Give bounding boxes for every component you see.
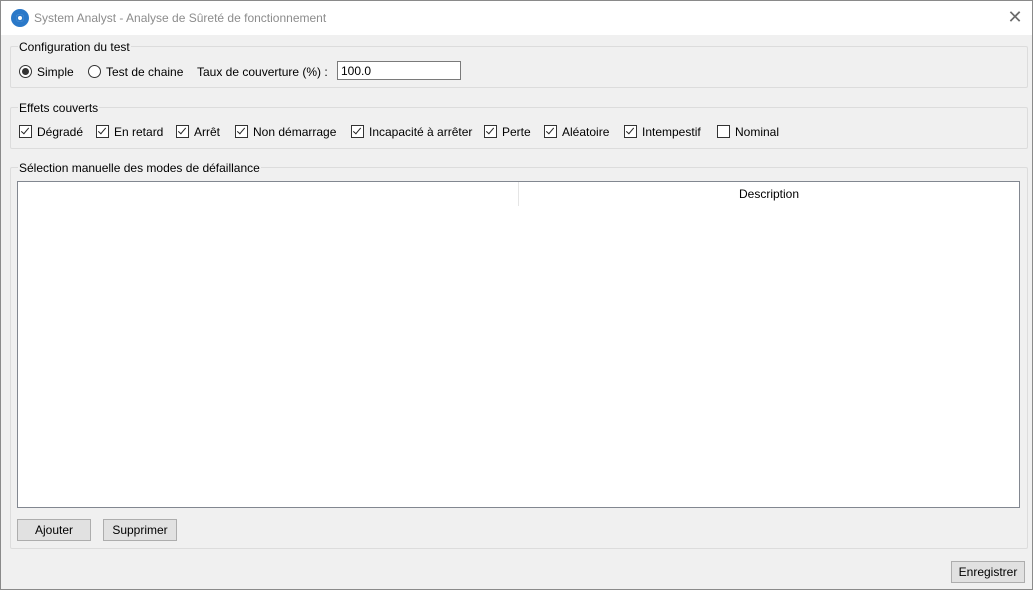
failure-modes-table[interactable]: Description: [17, 181, 1020, 508]
save-button[interactable]: Enregistrer: [951, 561, 1025, 583]
coverage-label: Taux de couverture (%) :: [197, 65, 328, 79]
chain-test-radio[interactable]: [88, 65, 101, 78]
chain-test-radio-label[interactable]: Test de chaine: [106, 65, 183, 79]
close-icon[interactable]: ✕: [1006, 8, 1024, 26]
random-checkbox[interactable]: [544, 125, 557, 138]
spurious-label[interactable]: Intempestif: [642, 125, 701, 139]
no-start-label[interactable]: Non démarrage: [253, 125, 336, 139]
nominal-label[interactable]: Nominal: [735, 125, 779, 139]
random-label[interactable]: Aléatoire: [562, 125, 609, 139]
simple-radio-label[interactable]: Simple: [37, 65, 74, 79]
app-gear-icon: [11, 9, 29, 27]
stop-label[interactable]: Arrêt: [194, 125, 220, 139]
test-config-legend: Configuration du test: [18, 40, 131, 54]
late-checkbox[interactable]: [96, 125, 109, 138]
window-title: System Analyst - Analyse de Sûreté de fo…: [34, 11, 327, 25]
column-header-name[interactable]: [18, 182, 519, 206]
column-header-description[interactable]: Description: [519, 182, 1019, 206]
degraded-checkbox[interactable]: [19, 125, 32, 138]
loss-checkbox[interactable]: [484, 125, 497, 138]
nominal-checkbox[interactable]: [717, 125, 730, 138]
title-bar[interactable]: System Analyst - Analyse de Sûreté de fo…: [1, 1, 1032, 35]
unable-to-stop-checkbox[interactable]: [351, 125, 364, 138]
no-start-checkbox[interactable]: [235, 125, 248, 138]
degraded-label[interactable]: Dégradé: [37, 125, 83, 139]
stop-checkbox[interactable]: [176, 125, 189, 138]
simple-radio[interactable]: [19, 65, 32, 78]
spurious-checkbox[interactable]: [624, 125, 637, 138]
delete-button[interactable]: Supprimer: [103, 519, 177, 541]
unable-to-stop-label[interactable]: Incapacité à arrêter: [369, 125, 472, 139]
loss-label[interactable]: Perte: [502, 125, 531, 139]
failure-modes-legend: Sélection manuelle des modes de défailla…: [18, 161, 261, 175]
coverage-input[interactable]: 100.0: [337, 61, 461, 80]
effects-legend: Effets couverts: [18, 101, 100, 115]
add-button[interactable]: Ajouter: [17, 519, 91, 541]
dialog-window: System Analyst - Analyse de Sûreté de fo…: [0, 0, 1033, 590]
late-label[interactable]: En retard: [114, 125, 163, 139]
